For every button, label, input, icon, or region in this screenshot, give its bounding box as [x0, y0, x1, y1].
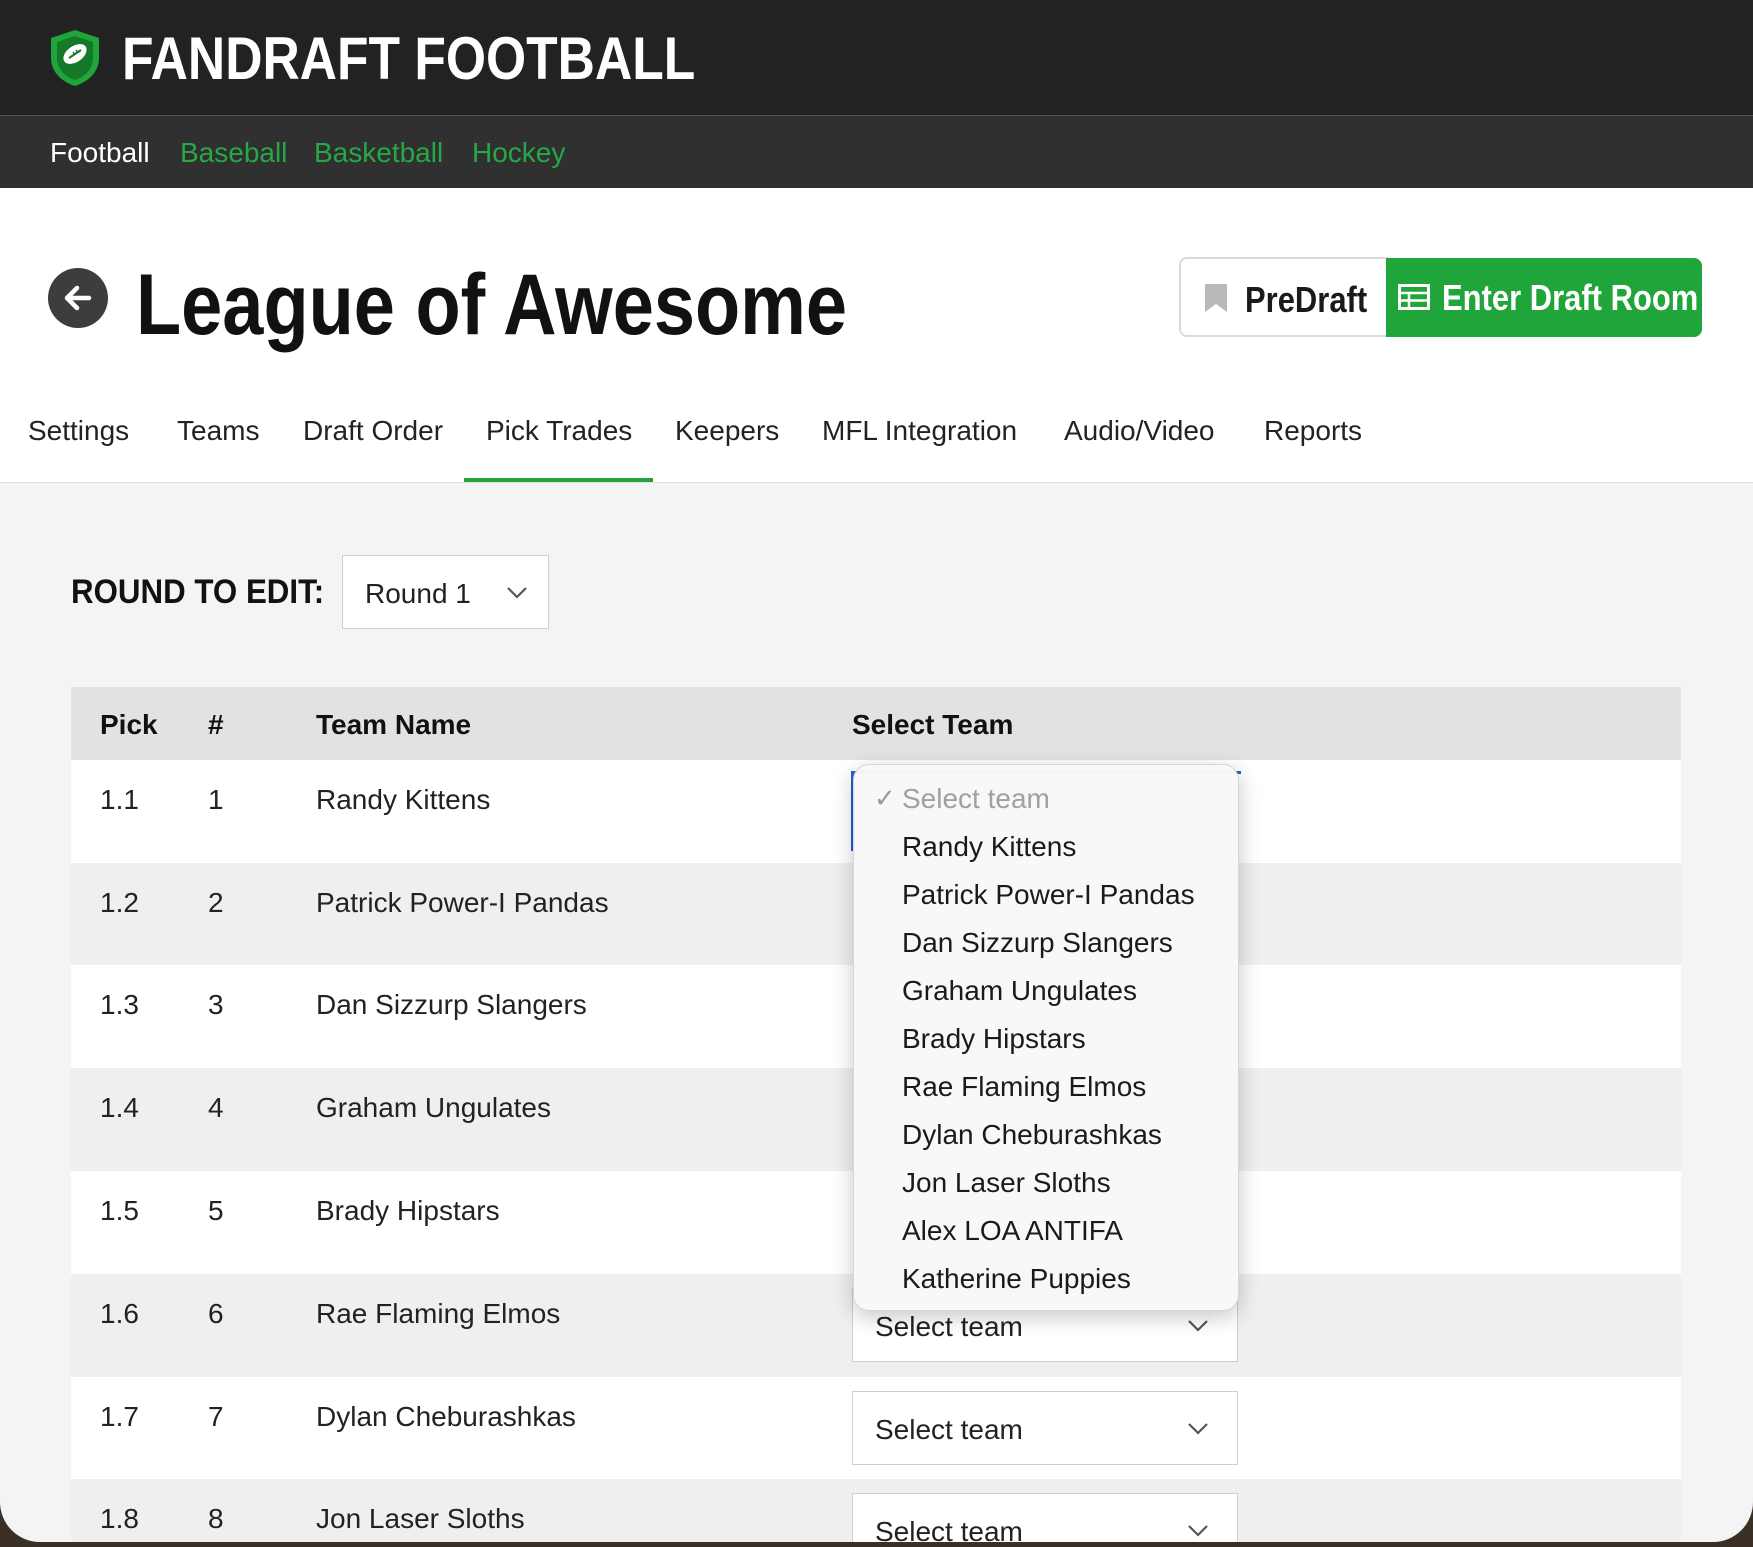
team-select-value: Select team — [875, 1311, 1023, 1342]
team-select-value: Select team — [875, 1414, 1023, 1445]
predraft-label: PreDraft — [1245, 279, 1368, 320]
enter-draft-room-label: Enter Draft Room — [1442, 277, 1699, 318]
shield-football-icon — [51, 30, 99, 86]
round-select[interactable]: Round 1 — [342, 555, 549, 629]
tab-teams[interactable]: Teams — [177, 415, 259, 447]
pick-cell: 1.3 — [100, 989, 139, 1020]
tab-settings[interactable]: Settings — [28, 415, 129, 447]
pick-cell: 1.4 — [100, 1092, 139, 1123]
sport-link-baseball[interactable]: Baseball — [180, 137, 287, 169]
tab-pick-trades[interactable]: Pick Trades — [486, 415, 632, 447]
dropdown-option[interactable]: Katherine Puppies — [902, 1263, 1131, 1295]
dropdown-option-placeholder[interactable]: Select team — [902, 783, 1050, 815]
dropdown-option[interactable]: Graham Ungulates — [902, 975, 1137, 1007]
team-name-cell: Rae Flaming Elmos — [316, 1298, 561, 1329]
enter-draft-room-button[interactable]: Enter Draft Room — [1386, 258, 1702, 337]
chevron-down-icon — [1188, 1423, 1208, 1435]
number-cell: 7 — [208, 1401, 224, 1432]
back-button[interactable] — [48, 268, 108, 328]
checkmark-icon: ✓ — [874, 783, 896, 813]
dropdown-option[interactable]: Patrick Power-I Pandas — [902, 879, 1195, 911]
team-name-cell: Patrick Power-I Pandas — [316, 887, 609, 918]
dropdown-option[interactable]: Dylan Cheburashkas — [902, 1119, 1162, 1151]
active-tab-indicator — [464, 478, 653, 482]
team-name-cell: Jon Laser Sloths — [316, 1503, 525, 1534]
dropdown-option[interactable]: Jon Laser Sloths — [902, 1167, 1111, 1199]
team-name-cell: Dylan Cheburashkas — [316, 1401, 576, 1432]
table-icon — [1398, 284, 1430, 310]
header-pick: Pick — [100, 709, 158, 740]
tab-reports[interactable]: Reports — [1264, 415, 1362, 447]
team-dropdown-menu[interactable]: ✓ Select team Randy Kittens Patrick Powe… — [853, 764, 1239, 1311]
team-select[interactable]: Select team — [852, 1391, 1238, 1465]
app-window: FANDRAFT FOOTBALL Football Baseball Bask… — [0, 0, 1753, 1542]
sport-link-basketball[interactable]: Basketball — [314, 137, 443, 169]
chevron-down-icon — [507, 587, 527, 599]
team-name-cell: Dan Sizzurp Slangers — [316, 989, 587, 1020]
team-name-cell: Graham Ungulates — [316, 1092, 552, 1123]
number-cell: 6 — [208, 1298, 224, 1329]
number-cell: 2 — [208, 887, 224, 918]
pick-cell: 1.8 — [100, 1503, 139, 1534]
tab-draft-order[interactable]: Draft Order — [303, 415, 443, 447]
page-title: League of Awesome — [136, 257, 848, 353]
number-cell: 4 — [208, 1092, 224, 1123]
pick-cell: 1.7 — [100, 1401, 139, 1432]
arrow-left-icon — [64, 285, 92, 311]
number-cell: 1 — [208, 784, 224, 815]
team-name-cell: Randy Kittens — [316, 784, 491, 815]
pick-cell: 1.6 — [100, 1298, 139, 1329]
pick-cell: 1.5 — [100, 1195, 139, 1226]
sport-link-football[interactable]: Football — [50, 137, 150, 169]
dropdown-option[interactable]: Dan Sizzurp Slangers — [902, 927, 1173, 959]
team-select-value: Select team — [875, 1516, 1023, 1542]
header-number: # — [208, 709, 224, 740]
number-cell: 5 — [208, 1195, 224, 1226]
tab-mfl-integration[interactable]: MFL Integration — [822, 415, 1017, 447]
header-team-name: Team Name — [316, 709, 472, 740]
pick-cell: 1.2 — [100, 887, 139, 918]
bookmark-icon — [1205, 284, 1227, 312]
team-name-cell: Brady Hipstars — [316, 1195, 500, 1226]
round-select-value: Round 1 — [365, 578, 471, 609]
table-header: Pick # Team Name Select Team — [71, 687, 1681, 760]
dropdown-option[interactable]: Brady Hipstars — [902, 1023, 1086, 1055]
number-cell: 3 — [208, 989, 224, 1020]
dropdown-option[interactable]: Randy Kittens — [902, 831, 1076, 863]
brand-title: FANDRAFT FOOTBALL — [122, 25, 696, 92]
sport-link-hockey[interactable]: Hockey — [472, 137, 565, 169]
dropdown-option[interactable]: Alex LOA ANTIFA — [902, 1215, 1123, 1247]
number-cell: 8 — [208, 1503, 224, 1534]
predraft-button[interactable]: PreDraft — [1179, 257, 1388, 337]
tab-keepers[interactable]: Keepers — [675, 415, 779, 447]
chevron-down-icon — [1188, 1525, 1208, 1537]
chevron-down-icon — [1188, 1320, 1208, 1332]
dropdown-option[interactable]: Rae Flaming Elmos — [902, 1071, 1146, 1103]
pick-cell: 1.1 — [100, 784, 139, 815]
header-select-team: Select Team — [852, 709, 1014, 740]
round-label: ROUND TO EDIT: — [71, 573, 325, 611]
team-select[interactable]: Select team — [852, 1493, 1238, 1542]
tab-audio-video[interactable]: Audio/Video — [1064, 415, 1215, 447]
